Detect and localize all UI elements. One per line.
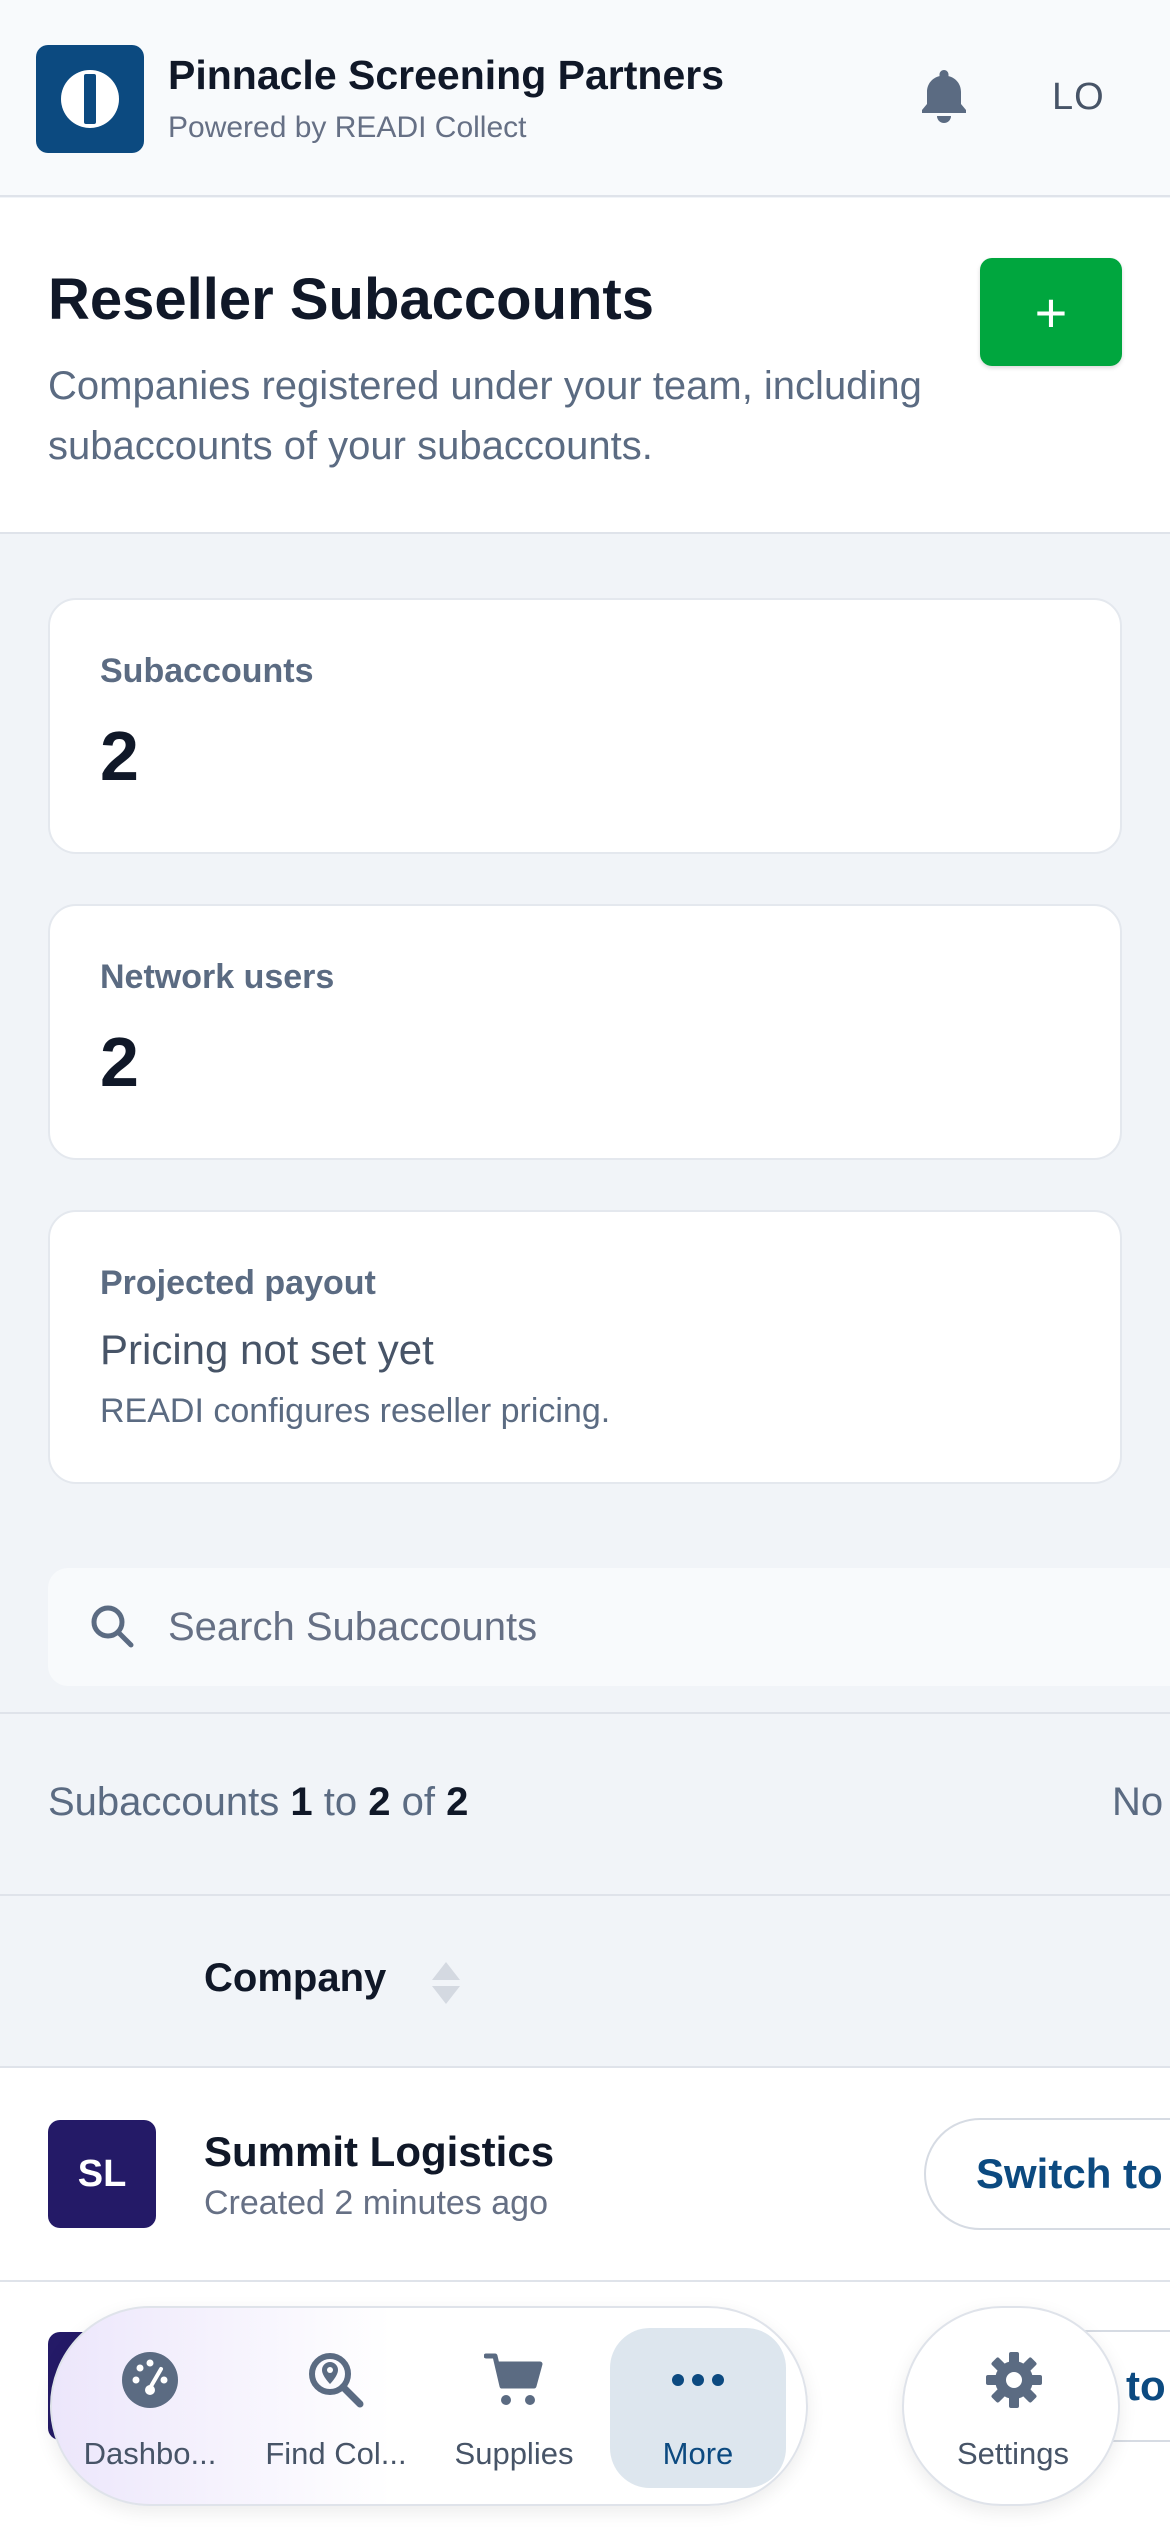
stat-card-projected-payout: Projected payout Pricing not set yet REA… [48,1210,1122,1484]
stat-label: Subaccounts [100,652,314,690]
shopping-cart-icon [484,2353,543,2405]
divider [0,1712,1170,1714]
pager-to-word: to [323,1780,358,1824]
user-avatar-initials[interactable]: LO [1052,76,1105,119]
nav-label: Supplies [454,2436,574,2471]
dashboard-gauge-icon [122,2352,178,2408]
add-subaccount-button[interactable]: + [980,258,1122,366]
page-title: Reseller Subaccounts [48,267,654,332]
pager-from: 1 [290,1780,313,1824]
nav-label: Find Col... [265,2436,407,2471]
search-box [48,1568,1170,1686]
org-subtitle: Powered by READI Collect [168,111,527,144]
stat-value: 2 [100,717,139,795]
stat-value: 2 [100,1023,139,1101]
search-input[interactable] [168,1590,1068,1664]
stat-label: Network users [100,958,335,996]
nav-label: Dashbo... [83,2436,217,2471]
payout-note: READI configures reseller pricing. [100,1392,611,1430]
app-header: Pinnacle Screening Partners Powered by R… [0,0,1170,197]
switch-to-button[interactable]: Switch to [924,2118,1170,2230]
stat-label: Projected payout [100,1264,376,1302]
nav-item-more[interactable]: More [610,2328,786,2488]
company-created: Created 2 minutes ago [204,2184,548,2222]
location-search-icon [309,2353,364,2408]
search-icon [91,1605,134,1648]
sort-icon[interactable] [428,1960,464,2006]
nav-label: More [662,2436,734,2471]
payout-status: Pricing not set yet [100,1326,434,1373]
company-name[interactable]: Summit Logistics [204,2128,554,2176]
pager-of-word: of [401,1780,435,1824]
more-dots-icon [672,2374,724,2386]
org-name: Pinnacle Screening Partners [168,52,725,98]
nav-item-settings[interactable]: Settings [902,2306,1120,2506]
divider [0,1894,1170,1896]
bottom-nav: Dashbo... Find Col... Supplies More [50,2306,808,2506]
nav-label: Settings [956,2436,1069,2471]
company-avatar: SL [48,2120,156,2228]
nav-item-find-collection[interactable]: Find Col... [248,2328,424,2488]
pager-prefix: Subaccounts [48,1780,280,1824]
stat-card-subaccounts: Subaccounts 2 [48,598,1122,854]
pager-right-text: No [1112,1780,1164,1824]
nav-item-dashboard[interactable]: Dashbo... [62,2328,238,2488]
pagination-summary: Subaccounts 1 to 2 of 2 [48,1780,468,1825]
logo-mark-icon [61,70,119,128]
notification-bell-icon[interactable] [916,66,972,128]
column-header-company[interactable]: Company [204,1956,386,2001]
nav-item-supplies[interactable]: Supplies [426,2328,602,2488]
pager-to: 2 [368,1780,391,1824]
stat-card-network-users: Network users 2 [48,904,1122,1160]
page-description: Companies registered under your team, in… [48,364,922,468]
gear-icon [986,2352,1042,2408]
pager-total: 2 [446,1780,469,1824]
page-heading-section: Reseller Subaccounts Companies registere… [0,198,1170,534]
app-logo[interactable] [36,45,144,153]
page: Pinnacle Screening Partners Powered by R… [0,0,1170,2532]
